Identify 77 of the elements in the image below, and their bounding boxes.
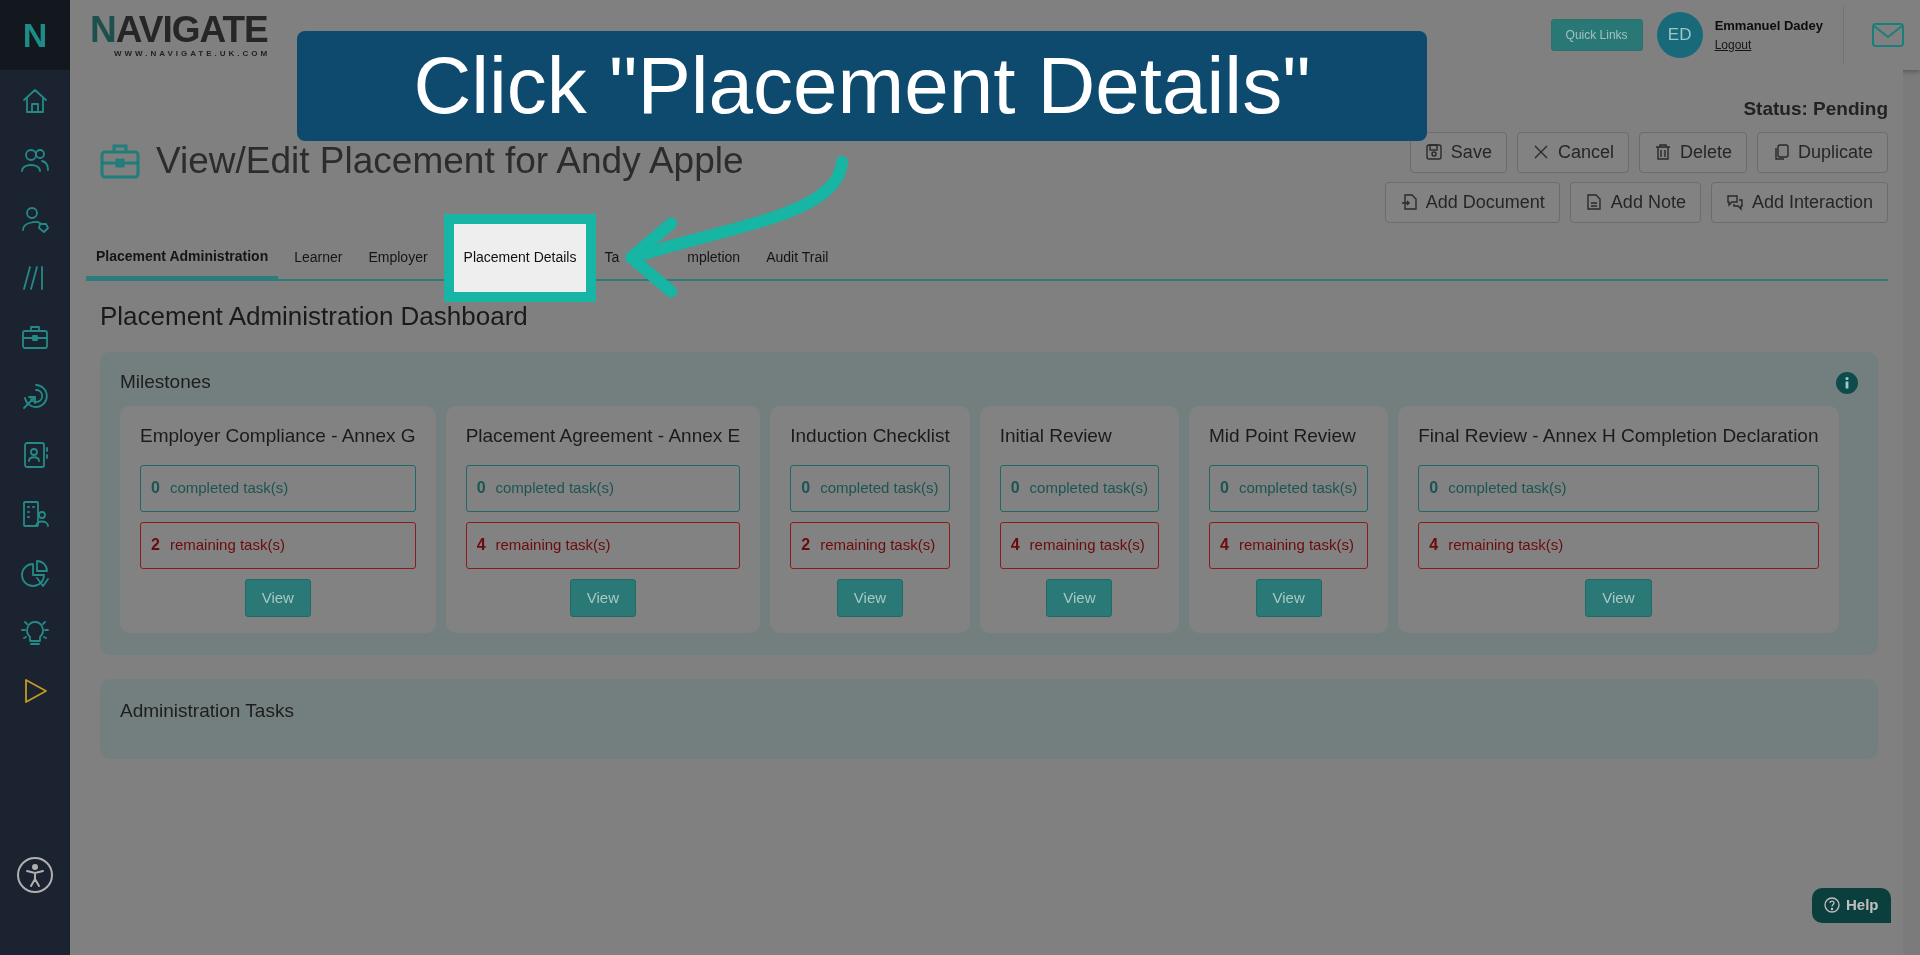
count-label: remaining task(s) (169, 534, 285, 555)
count: 0 (1010, 478, 1020, 498)
count-label: completed task(s) (1029, 477, 1148, 498)
count-label: completed task(s) (1238, 477, 1358, 498)
count: 0 (151, 478, 160, 498)
count: 4 (1429, 535, 1439, 555)
count: 2 (151, 535, 160, 555)
home-icon[interactable] (20, 86, 50, 116)
count-label: completed task(s) (1448, 477, 1567, 498)
card-title: Final Review - Annex H Completion Declaration (1418, 424, 1819, 448)
view-button[interactable]: View (569, 578, 637, 617)
card-title: Mid Point Review (1209, 424, 1357, 448)
view-button[interactable]: View (244, 578, 311, 617)
tab[interactable]: mpletion (687, 236, 751, 279)
add-interaction-button[interactable]: Add Interaction (1710, 181, 1888, 223)
count-label: completed task(s) (820, 477, 939, 498)
save-button[interactable]: Save (1409, 131, 1507, 173)
tab[interactable]: Audit Trail (756, 236, 839, 279)
card-title: Employer Compliance - Annex G (140, 424, 416, 448)
count: 4 (476, 535, 486, 555)
count: 0 (476, 478, 486, 498)
status-label: Status: Pending (1743, 97, 1888, 121)
instruction-tooltip: Click "Placement Details" (297, 31, 1427, 141)
note-icon (1584, 193, 1603, 211)
count: 0 (801, 478, 811, 498)
count-label: completed task(s) (495, 477, 614, 498)
view-button[interactable]: View (1255, 578, 1322, 617)
view-button[interactable]: View (1585, 578, 1652, 617)
quick-links-button[interactable]: Quick Links (1550, 19, 1643, 51)
card-title: Placement Agreement - Annex E (465, 424, 741, 448)
floppy-icon (1424, 143, 1443, 161)
count-label: remaining task(s) (820, 534, 936, 555)
tab[interactable]: Placement Administration (86, 236, 279, 279)
count-label: remaining task(s) (1029, 534, 1145, 555)
tab[interactable]: Placement Details (443, 213, 597, 302)
speech-bubbles-icon (1725, 193, 1744, 211)
info-icon[interactable] (1836, 371, 1858, 394)
tab[interactable]: Ta (602, 236, 620, 279)
avatar[interactable]: ED (1656, 12, 1703, 58)
help-icon (1824, 897, 1840, 914)
user-name: Emmanuel Dadey (1714, 17, 1823, 36)
section-heading: Placement Administration Dashboard (100, 299, 529, 333)
view-button[interactable]: View (1046, 578, 1113, 617)
panel-title: Administration Tasks (120, 699, 295, 723)
panel-title: Milestones (120, 369, 211, 394)
tab[interactable]: Learner (284, 236, 353, 279)
tab[interactable]: Employer (358, 236, 438, 279)
duplicate-button[interactable]: Duplicate (1756, 131, 1888, 173)
document-icon (1399, 193, 1418, 211)
logo[interactable]: NAVIGATE (90, 10, 271, 48)
count: 0 (1429, 478, 1439, 498)
pie-chart-icon[interactable] (20, 558, 50, 588)
count: 4 (1010, 535, 1020, 555)
count-label: completed task(s) (169, 477, 289, 498)
count-label: remaining task(s) (1238, 534, 1354, 555)
user-tag-icon[interactable] (20, 204, 50, 234)
delete-button[interactable]: Delete (1638, 131, 1747, 173)
count: 0 (1220, 478, 1229, 498)
count-label: remaining task(s) (495, 534, 611, 555)
trash-icon (1653, 143, 1672, 161)
page-title: View/Edit Placement for Andy Apple (156, 139, 744, 184)
card-title: Induction Checklist (790, 424, 950, 448)
logo-tagline: WWW.NAVIGATE.UK.COM (114, 47, 271, 60)
help-button[interactable]: Help (1812, 888, 1891, 923)
count: 2 (801, 535, 811, 555)
logout-link[interactable]: Logout (1714, 35, 1823, 54)
view-button[interactable]: View (836, 578, 904, 617)
cancel-button[interactable]: Cancel (1516, 131, 1629, 173)
card-title: Initial Review (999, 424, 1113, 448)
count-label: remaining task(s) (1448, 534, 1564, 555)
count: 4 (1220, 535, 1229, 555)
briefcase-icon (100, 143, 140, 179)
target-icon[interactable] (20, 381, 50, 411)
add-document-button[interactable]: Add Document (1384, 181, 1560, 223)
building-person-icon[interactable] (20, 499, 50, 529)
accessibility-icon[interactable] (16, 856, 54, 894)
add-note-button[interactable]: Add Note (1569, 181, 1701, 223)
